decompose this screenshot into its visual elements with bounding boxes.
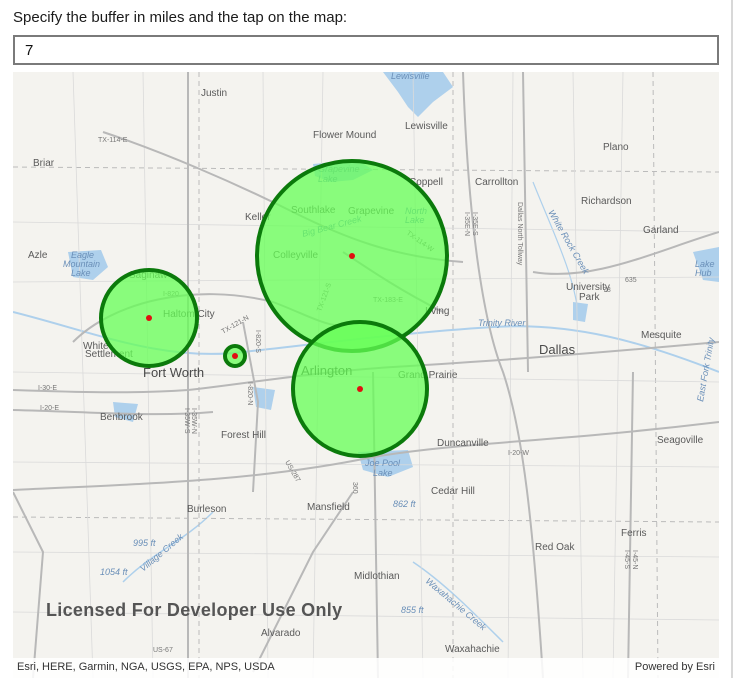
map-label-i-30-e: I-30-E xyxy=(38,385,57,392)
map-label-richardson: Richardson xyxy=(581,196,632,207)
buffer-miles-input[interactable] xyxy=(13,35,719,65)
map-label-dallas-north-tollway: Dallas North Tollway xyxy=(516,202,523,266)
map-label-i-35w-n: I-35W-N xyxy=(190,408,197,434)
map-feature xyxy=(462,72,544,678)
map-label-i-20-e: I-20-E xyxy=(40,405,59,412)
powered-by-esri[interactable]: Powered by Esri xyxy=(635,661,715,673)
map-label-azle: Azle xyxy=(28,250,48,261)
map-label-lewisville: Lewisville xyxy=(405,121,448,132)
map-label-i-35e-n: I-35E-N xyxy=(463,212,470,236)
map-label-burleson: Burleson xyxy=(187,504,226,515)
map-label-862-ft: 862 ft xyxy=(393,499,416,509)
map-label-dallas: Dallas xyxy=(539,342,576,357)
map-label-cedar-hill: Cedar Hill xyxy=(431,486,475,497)
map-label-855-ft: 855 ft xyxy=(401,605,424,615)
map-feature xyxy=(72,72,94,678)
map-label-i-20-w: I-20-W xyxy=(508,450,529,457)
map-label-mesquite: Mesquite xyxy=(641,330,682,341)
map-label-park: Park xyxy=(579,292,601,303)
map-label-alvarado: Alvarado xyxy=(261,628,301,639)
map-feature xyxy=(13,491,45,678)
map-label-carrollton: Carrollton xyxy=(475,177,518,188)
map-label-red-oak: Red Oak xyxy=(535,542,575,553)
map-label-benbrook: Benbrook xyxy=(100,412,144,423)
map-label-1054-ft: 1054 ft xyxy=(100,567,128,577)
map-label-hub: Hub xyxy=(695,268,712,278)
map-feature xyxy=(13,551,719,558)
map-label-i-820-s: I-820-S xyxy=(254,330,261,353)
tap-point xyxy=(232,353,238,359)
map-label-briar: Briar xyxy=(33,158,55,169)
map-view[interactable]: Lewisville Justin Lewisville Flower Moun… xyxy=(13,72,719,678)
map-attribution-bar: Esri, HERE, Garmin, NGA, USGS, EPA, NPS,… xyxy=(13,658,719,678)
map-label-i-35w-s: I-35W-S xyxy=(183,408,190,434)
county-boundary xyxy=(652,72,659,678)
map-feature xyxy=(572,72,584,678)
map-label-i-45-s: I-45-S xyxy=(623,550,630,569)
map-label-635: 635 xyxy=(625,277,637,284)
map-label-360: 360 xyxy=(351,482,358,494)
tap-point xyxy=(357,386,363,392)
tap-point xyxy=(146,315,152,321)
map-label-midlothian: Midlothian xyxy=(354,571,400,582)
map-label-forest-hill: Forest Hill xyxy=(221,430,266,441)
map-label-mansfield: Mansfield xyxy=(307,502,350,513)
map-label-i-45-n: I-45-N xyxy=(631,550,638,569)
map-feature xyxy=(262,72,269,678)
map-label-waxahachie-creek: Waxahachie Creek xyxy=(424,576,489,633)
map-feature xyxy=(612,72,624,678)
map-feature xyxy=(507,72,514,678)
map-label-995-ft: 995 ft xyxy=(133,538,156,548)
buffer-prompt-label: Specify the buffer in miles and the tap … xyxy=(13,9,348,26)
map-label-tx-114-e: TX-114-E xyxy=(98,137,128,144)
map-label-lake: Lake xyxy=(373,468,393,478)
map-feature xyxy=(627,371,634,678)
map-label-waxahachie: Waxahachie xyxy=(445,644,500,655)
map-label-justin: Justin xyxy=(201,88,227,99)
licensed-watermark: Licensed For Developer Use Only xyxy=(46,600,343,620)
map-label-flower-mound: Flower Mound xyxy=(313,130,376,141)
map-label-seagoville: Seagoville xyxy=(657,435,704,446)
map-label-joe-pool: Joe Pool xyxy=(364,458,401,468)
basemap: Lewisville Justin Lewisville Flower Moun… xyxy=(13,72,719,678)
map-label-duncanville: Duncanville xyxy=(437,438,489,449)
map-label-i-35e-s: I-35E-S xyxy=(471,212,478,236)
tap-point xyxy=(349,253,355,259)
map-label-us-67: US-67 xyxy=(153,647,173,654)
map-label-garland: Garland xyxy=(643,225,679,236)
county-boundary xyxy=(13,516,719,523)
map-label-ferris: Ferris xyxy=(621,528,647,539)
map-label-lake: Lake xyxy=(71,268,91,278)
attribution-sources: Esri, HERE, Garmin, NGA, USGS, EPA, NPS,… xyxy=(17,661,275,673)
map-label-i-820-n: I-820-N xyxy=(246,382,253,405)
map-label-trinity-river: Trinity River xyxy=(478,318,526,328)
map-label-lewisville: Lewisville xyxy=(391,72,430,81)
white-rock-lake xyxy=(573,302,588,322)
map-label-white-rock-creek: White Rock Creek xyxy=(546,208,591,276)
map-label-plano: Plano xyxy=(603,142,629,153)
map-label-78: 78 xyxy=(603,287,611,294)
